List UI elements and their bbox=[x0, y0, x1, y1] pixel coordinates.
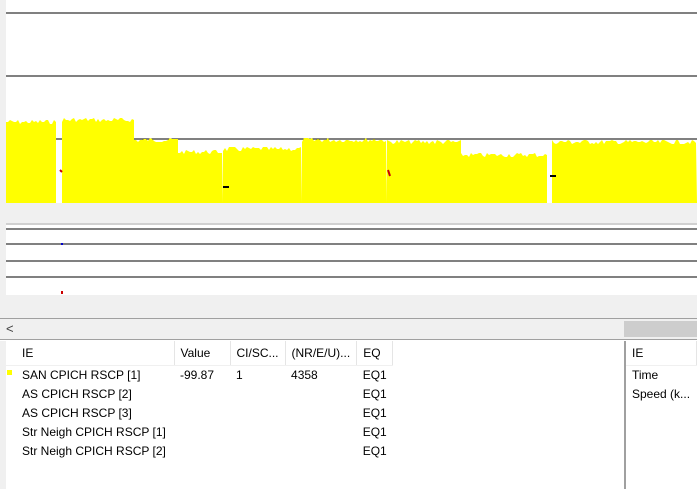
cell-eq: EQ1 bbox=[362, 405, 387, 420]
rscp-signal-segment bbox=[461, 153, 547, 203]
rscp-signal-segment bbox=[6, 120, 56, 203]
cell-ie: AS CPICH RSCP [2] bbox=[22, 386, 132, 401]
table-row[interactable]: Time bbox=[626, 365, 697, 384]
series-swatch bbox=[7, 369, 12, 375]
series-color-marker bbox=[6, 403, 16, 422]
column-header-ie[interactable]: IE bbox=[16, 341, 175, 366]
table-row[interactable]: AS CPICH RSCP [3] EQ1 bbox=[6, 403, 393, 422]
rscp-chart-panel[interactable] bbox=[0, 0, 697, 226]
table-header-row: IE bbox=[626, 341, 697, 366]
horizontal-scrollbar[interactable]: < bbox=[0, 318, 697, 340]
event-marker-red bbox=[59, 169, 63, 173]
series-swatch bbox=[7, 445, 12, 450]
event-marker-blue bbox=[61, 243, 63, 245]
cell-value bbox=[174, 403, 230, 422]
column-header-nr-e-u[interactable]: (NR/E/U)... bbox=[285, 341, 358, 366]
cell-ie: AS CPICH RSCP [3] bbox=[22, 405, 132, 420]
side-table: IE Time Speed (k... bbox=[626, 341, 697, 403]
column-header-ie[interactable]: IE bbox=[626, 341, 697, 366]
rscp-signal-segment bbox=[223, 147, 302, 203]
cell-ci-sc bbox=[230, 403, 285, 422]
event-marker-black bbox=[223, 186, 229, 188]
rscp-chart bbox=[6, 12, 697, 225]
series-color-marker bbox=[6, 365, 16, 384]
marker-header bbox=[6, 341, 16, 366]
table-row[interactable]: SAN CPICH RSCP [1] -99.87 1 4358 EQ1 bbox=[6, 365, 393, 384]
event-marker-red bbox=[61, 291, 63, 294]
chart-footer-band bbox=[6, 295, 697, 318]
event-marker-black bbox=[550, 175, 556, 177]
cell-ie: Str Neigh CPICH RSCP [1] bbox=[22, 424, 166, 439]
column-header-value[interactable]: Value bbox=[174, 341, 231, 366]
series-swatch bbox=[7, 426, 12, 431]
cell-value bbox=[174, 384, 230, 403]
ie-side-grid[interactable]: IE Time Speed (k... bbox=[624, 341, 697, 489]
cell-ci-sc: 1 bbox=[236, 367, 243, 382]
cell-ie: SAN CPICH RSCP [1] bbox=[22, 367, 141, 382]
cell-value: -99.87 bbox=[180, 367, 215, 382]
secondary-chart-panel[interactable] bbox=[0, 226, 697, 318]
ie-table: IE Value CI/SC... (NR/E/U)... EQ SAN CPI… bbox=[6, 341, 394, 460]
cell-ci-sc bbox=[230, 441, 285, 460]
cell-eq: EQ1 bbox=[362, 424, 387, 439]
cell-nr-e-u bbox=[285, 441, 357, 460]
series-color-marker bbox=[6, 384, 16, 403]
rscp-signal-segment bbox=[134, 138, 178, 203]
column-header-eq[interactable]: EQ bbox=[356, 341, 394, 366]
scroll-left-arrow-icon[interactable]: < bbox=[6, 321, 20, 337]
cell-eq: EQ1 bbox=[362, 367, 387, 382]
cell-nr-e-u bbox=[285, 384, 357, 403]
cell-value bbox=[174, 422, 230, 441]
series-swatch bbox=[7, 407, 12, 412]
cell-nr-e-u: 4358 bbox=[291, 367, 318, 382]
rscp-signal-trace bbox=[6, 118, 697, 203]
cell-ie: Str Neigh CPICH RSCP [2] bbox=[22, 443, 166, 458]
series-swatch bbox=[7, 388, 12, 393]
rscp-signal-segment bbox=[552, 140, 697, 203]
column-header-ci-sc[interactable]: CI/SC... bbox=[230, 341, 286, 366]
table-row[interactable]: Speed (k... bbox=[626, 384, 697, 403]
side-row-label: Speed (k... bbox=[632, 386, 691, 401]
rscp-signal-segment bbox=[302, 138, 387, 203]
table-row[interactable]: Str Neigh CPICH RSCP [2] EQ1 bbox=[6, 441, 393, 460]
rscp-signal-segment bbox=[62, 118, 134, 203]
cell-eq: EQ1 bbox=[362, 386, 387, 401]
table-row[interactable]: Str Neigh CPICH RSCP [1] EQ1 bbox=[6, 422, 393, 441]
series-color-marker bbox=[6, 422, 16, 441]
cell-nr-e-u bbox=[285, 403, 357, 422]
chart-footer-band bbox=[6, 203, 697, 223]
scrollbar-thumb[interactable] bbox=[624, 321, 697, 337]
cell-ci-sc bbox=[230, 384, 285, 403]
cell-ci-sc bbox=[230, 422, 285, 441]
rscp-signal-segment bbox=[387, 140, 461, 203]
table-row[interactable]: AS CPICH RSCP [2] EQ1 bbox=[6, 384, 393, 403]
side-row-label: Time bbox=[632, 367, 659, 382]
table-header-row: IE Value CI/SC... (NR/E/U)... EQ bbox=[6, 341, 394, 366]
secondary-chart bbox=[6, 228, 697, 318]
ie-value-grid[interactable]: IE Value CI/SC... (NR/E/U)... EQ SAN CPI… bbox=[0, 341, 624, 489]
cell-nr-e-u bbox=[285, 422, 357, 441]
rscp-signal-segment bbox=[178, 150, 223, 203]
series-color-marker bbox=[6, 441, 16, 460]
cell-eq: EQ1 bbox=[362, 443, 387, 458]
cell-value bbox=[174, 441, 230, 460]
